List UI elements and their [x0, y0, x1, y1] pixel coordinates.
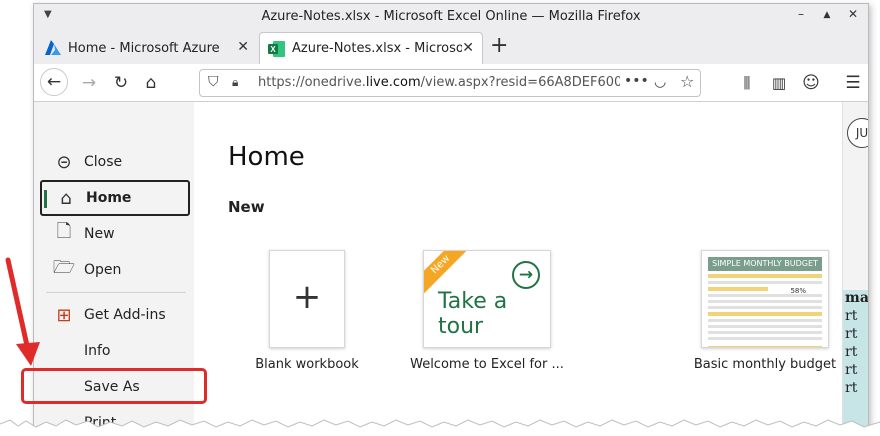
selected-indicator [44, 190, 47, 208]
template-thumbnail: New → Take a tour [423, 250, 551, 348]
menu-icon[interactable]: ☰ [840, 70, 866, 96]
page-actions-icon[interactable]: ••• [624, 73, 649, 89]
url-text: https://onedrive.live.com/view.aspx?resi… [258, 75, 620, 90]
tab-strip: Home - Microsoft Azure ✕ X Azure-Notes.x… [34, 30, 868, 64]
thumbnail-percent: 58% [790, 287, 806, 295]
new-tab-button[interactable]: + [490, 33, 508, 58]
avatar[interactable]: JU [847, 118, 868, 148]
sheet-cell: rt [845, 362, 858, 378]
annotation-highlight-box [21, 368, 207, 404]
azure-logo-icon [45, 40, 61, 55]
backstage-main: Home New + Blank workbook New → Take a t… [194, 102, 842, 436]
backstage-info[interactable]: Info [40, 333, 190, 369]
sheet-cell: rt [845, 344, 858, 360]
back-circle-icon: ⊝ [56, 151, 72, 173]
backstage-new[interactable]: 🗋︎ New [40, 216, 190, 252]
window-title: Azure-Notes.xlsx - Microsoft Excel Onlin… [261, 9, 641, 24]
divider [46, 292, 186, 293]
thumbnail-title: SIMPLE MONTHLY BUDGET [708, 257, 822, 271]
forward-button[interactable]: → [76, 70, 102, 96]
pocket-icon[interactable]: ◡ [654, 74, 666, 90]
backstage-get-add-ins[interactable]: ⊞ Get Add-ins [40, 297, 190, 333]
template-thumbnail: + [269, 250, 345, 348]
library-icon[interactable]: ⫼ [734, 70, 760, 96]
template-thumbnail: SIMPLE MONTHLY BUDGET 58% [701, 250, 829, 348]
backstage-home[interactable]: ⌂ Home [40, 180, 190, 216]
back-button[interactable]: ← [40, 68, 68, 96]
sheet-cell: ma [845, 290, 869, 306]
backstage-open[interactable]: 🗁︎ Open [40, 252, 190, 288]
tab-excel[interactable]: X Azure-Notes.xlsx - Microsoft Excel ✕ [259, 32, 483, 64]
excel-logo-icon: X [268, 40, 285, 57]
sidebar-icon[interactable]: ▥ [766, 70, 792, 96]
tab-azure[interactable]: Home - Microsoft Azure ✕ [34, 32, 257, 64]
home-icon: ⌂ [60, 187, 72, 209]
sheet-fragment: ma rt rt rt rt rt [843, 290, 869, 436]
section-heading-new: New [228, 198, 265, 216]
page-title: Home [228, 142, 305, 172]
close-window-button[interactable]: ✕ [844, 7, 862, 21]
template-basic-monthly-budget[interactable]: SIMPLE MONTHLY BUDGET 58% Basic monthly … [670, 250, 860, 372]
title-bar: ▼ Azure-Notes.xlsx - Microsoft Excel Onl… [34, 4, 868, 30]
navigation-bar: ← → ↻ ⌂ ⛉ 🔒︎ https://onedrive.live.com/v… [34, 64, 868, 102]
lock-icon[interactable]: 🔒︎ [232, 75, 238, 90]
sheet-cell: rt [845, 380, 858, 396]
template-label: Blank workbook [255, 357, 359, 372]
excel-right-edge: JU ma rt rt rt rt rt [842, 102, 869, 436]
reload-button[interactable]: ↻ [108, 70, 134, 96]
plus-icon: + [292, 277, 322, 317]
annotation-arrow [5, 257, 40, 366]
maximize-button[interactable]: ▲ [818, 10, 836, 20]
sheet-cell: rt [845, 308, 858, 324]
minimize-button[interactable]: – [792, 7, 810, 21]
url-bar[interactable]: ⛉ 🔒︎ https://onedrive.live.com/view.aspx… [199, 69, 701, 97]
template-take-a-tour[interactable]: New → Take a tour Welcome to Excel for .… [392, 250, 582, 372]
arrow-right-icon: → [512, 261, 540, 289]
template-label: Basic monthly budget [693, 357, 837, 372]
template-blank-workbook[interactable]: + Blank workbook [212, 250, 402, 372]
sheet-cell: rt [845, 326, 858, 342]
thumbnail-text: Take a tour [438, 289, 508, 339]
svg-text:X: X [270, 45, 276, 54]
shield-icon[interactable]: ⛉ [208, 74, 219, 90]
home-button[interactable]: ⌂ [138, 70, 164, 96]
new-doc-icon: 🗋︎ [56, 221, 72, 242]
template-label: Welcome to Excel for ... [410, 357, 564, 372]
bookmark-star-icon[interactable]: ☆ [680, 72, 694, 91]
tab-label: Home - Microsoft Azure [68, 40, 220, 56]
tab-label: Azure-Notes.xlsx - Microsoft Excel [292, 41, 462, 56]
close-tab-icon[interactable]: ✕ [462, 40, 474, 56]
account-icon[interactable]: ☺ [798, 70, 824, 96]
torn-edge [0, 419, 880, 436]
close-tab-icon[interactable]: ✕ [237, 39, 249, 55]
backstage-close[interactable]: ⊝ Close [40, 144, 190, 180]
